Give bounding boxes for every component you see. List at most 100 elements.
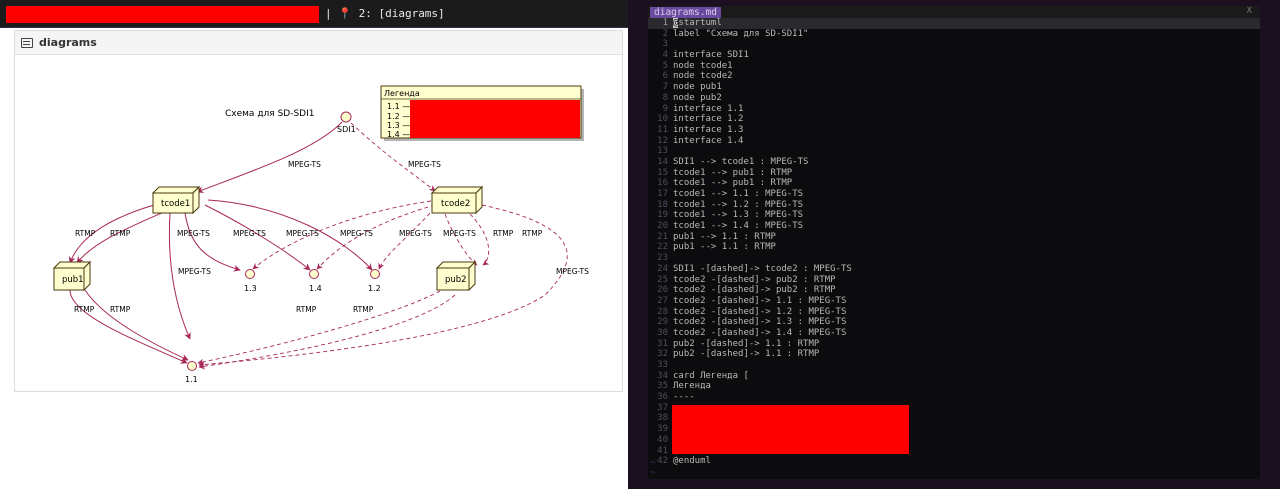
code-editor[interactable]: diagrams.md X 1 @startuml 2 label "Схема дл… <box>648 6 1260 479</box>
code-line[interactable]: 3 <box>648 39 1260 50</box>
line-text: interface 1.4 <box>673 135 744 146</box>
code-line[interactable]: 12 interface 1.4 <box>648 136 1260 147</box>
line-number: 2 <box>662 28 668 39</box>
panel-header: diagrams <box>15 31 622 55</box>
code-line[interactable]: 11 interface 1.3 <box>648 125 1260 136</box>
node-label: SDI1 <box>337 125 356 134</box>
code-line[interactable]: 25 tcode2 -[dashed]-> pub2 : RTMP <box>648 275 1260 286</box>
line-text: node pub2 <box>673 92 722 103</box>
line-number: 33 <box>657 360 668 370</box>
edge-label: RTMP <box>110 229 131 238</box>
code-line[interactable]: 14 SDI1 --> tcode1 : MPEG-TS <box>648 157 1260 168</box>
code-line[interactable]: 17 tcode1 --> 1.1 : MPEG-TS <box>648 189 1260 200</box>
line-number: 31 <box>657 338 668 349</box>
code-line[interactable]: 15 tcode1 --> pub1 : RTMP <box>648 168 1260 179</box>
interface-1-4: 1.4 <box>309 269 322 293</box>
redacted-region <box>410 100 580 138</box>
line-number: 37 <box>657 402 668 413</box>
line-text: card Легенда [ <box>673 370 749 381</box>
line-number: 22 <box>657 242 668 253</box>
code-line[interactable]: 16 tcode1 --> pub1 : RTMP <box>648 178 1260 189</box>
code-line[interactable]: 19 tcode1 --> 1.3 : MPEG-TS <box>648 210 1260 221</box>
edge-label: RTMP <box>522 229 543 238</box>
code-line[interactable]: 9 interface 1.1 <box>648 104 1260 115</box>
legend-card: Легенда 1.1 — 1.2 — 1.3 — 1.4 — <box>380 85 584 141</box>
code-line[interactable]: 10 interface 1.2 <box>648 114 1260 125</box>
line-text: node tcode2 <box>673 71 733 82</box>
pin-icon: 📍 <box>338 7 352 20</box>
redacted-region <box>672 405 909 454</box>
tab-title: [diagrams] <box>378 7 445 20</box>
editor-tab[interactable]: diagrams.md <box>650 7 721 18</box>
line-number: 41 <box>657 445 668 456</box>
code-line[interactable]: 27 tcode2 -[dashed]-> 1.1 : MPEG-TS <box>648 296 1260 307</box>
code-line[interactable]: 30 tcode2 -[dashed]-> 1.4 : MPEG-TS <box>648 328 1260 339</box>
edge-label: RTMP <box>74 305 95 314</box>
line-text <box>668 360 673 371</box>
line-text: pub2 -[dashed]-> 1.1 : RTMP <box>673 338 820 349</box>
empty-line-marker: ~ <box>650 468 656 478</box>
code-line[interactable]: 42 @enduml <box>648 456 1260 467</box>
edge-label: MPEG-TS <box>556 267 589 276</box>
code-line[interactable]: 8 node pub2 <box>648 93 1260 104</box>
window-tab[interactable]: | 📍 2: [diagrams] <box>325 7 445 20</box>
line-number: 6 <box>662 71 668 82</box>
code-line[interactable]: 4 interface SDI1 <box>648 50 1260 61</box>
line-number: 34 <box>657 370 668 381</box>
code-line[interactable]: 35 Легенда <box>648 381 1260 392</box>
line-text: SDI1 --> tcode1 : MPEG-TS <box>673 156 809 167</box>
node-pub1: pub1 <box>52 260 92 292</box>
node-tcode1: tcode1 <box>151 185 201 215</box>
line-number: 28 <box>657 306 668 317</box>
code-line[interactable]: 20 tcode1 --> 1.4 : MPEG-TS <box>648 221 1260 232</box>
code-line[interactable]: 36 ---- <box>648 392 1260 403</box>
line-number: 40 <box>657 434 668 445</box>
line-number: 7 <box>662 82 668 93</box>
code-line[interactable]: 6 node tcode2 <box>648 71 1260 82</box>
code-line[interactable]: 31 pub2 -[dashed]-> 1.1 : RTMP <box>648 339 1260 350</box>
line-number: 12 <box>657 135 668 146</box>
line-number: 5 <box>662 60 668 71</box>
text-cursor: @ <box>673 18 679 28</box>
line-text: interface 1.1 <box>673 103 744 114</box>
line-number: 10 <box>657 114 668 125</box>
code-line[interactable]: 24 SDI1 -[dashed]-> tcode2 : MPEG-TS <box>648 264 1260 275</box>
code-line[interactable]: 32 pub2 -[dashed]-> 1.1 : RTMP <box>648 349 1260 360</box>
line-number: 29 <box>657 317 668 328</box>
edge-label: MPEG-TS <box>286 229 319 238</box>
code-line[interactable]: 26 tcode2 -[dashed]-> pub2 : RTMP <box>648 285 1260 296</box>
interface-1-3: 1.3 <box>244 269 257 293</box>
code-line[interactable]: 33 <box>648 360 1260 371</box>
redacted-region <box>6 6 319 23</box>
code-line[interactable]: 28 tcode2 -[dashed]-> 1.2 : MPEG-TS <box>648 307 1260 318</box>
line-number: 19 <box>657 210 668 221</box>
code-line[interactable]: 2 label "Схема для SD-SDI1" <box>648 29 1260 40</box>
line-number: 27 <box>657 295 668 306</box>
line-text: label "Схема для SD-SDI1" <box>673 28 809 39</box>
legend-item: 1.4 — <box>387 130 410 139</box>
code-line[interactable]: 29 tcode2 -[dashed]-> 1.3 : MPEG-TS <box>648 317 1260 328</box>
line-number: 1 <box>662 18 668 28</box>
edge-label: RTMP <box>296 305 317 314</box>
line-number: 30 <box>657 327 668 338</box>
code-line[interactable]: 1 @startuml <box>648 18 1260 29</box>
line-text <box>668 253 673 264</box>
edge-label: RTMP <box>353 305 374 314</box>
code-line[interactable]: 21 pub1 --> 1.1 : RTMP <box>648 232 1260 243</box>
code-line[interactable]: 7 node pub1 <box>648 82 1260 93</box>
empty-line-marker: ~ <box>650 458 656 468</box>
line-number: 17 <box>657 189 668 199</box>
code-line[interactable]: 22 pub1 --> 1.1 : RTMP <box>648 242 1260 253</box>
edge-label: RTMP <box>493 229 514 238</box>
code-line[interactable]: 5 node tcode1 <box>648 61 1260 72</box>
edge-label: MPEG-TS <box>340 229 373 238</box>
line-text: tcode1 --> pub1 : RTMP <box>673 167 793 178</box>
node-tcode2: tcode2 <box>430 185 484 215</box>
code-line[interactable]: 23 <box>648 253 1260 264</box>
code-line[interactable]: 18 tcode1 --> 1.2 : MPEG-TS <box>648 200 1260 211</box>
line-number: 14 <box>657 156 668 167</box>
code-line[interactable]: 34 card Легенда [ <box>648 371 1260 382</box>
close-icon[interactable]: X <box>1247 6 1252 16</box>
code-line[interactable]: 13 <box>648 146 1260 157</box>
editor-text-area[interactable]: 1 @startuml 2 label "Схема для SD-SDI1" 3 4 in… <box>648 18 1260 467</box>
